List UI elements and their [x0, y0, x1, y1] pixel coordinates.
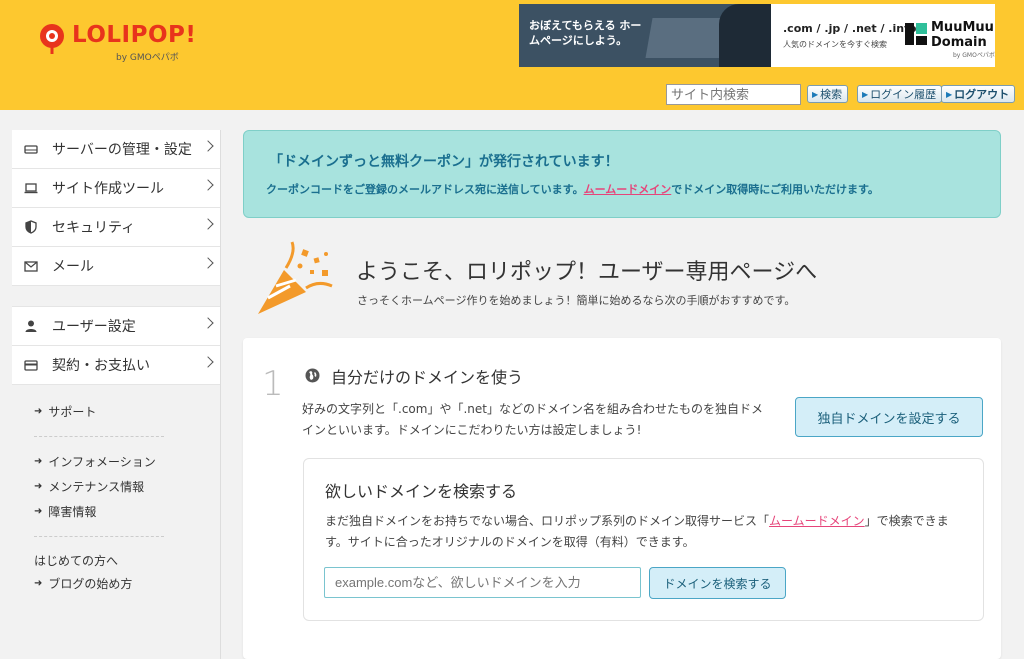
- desc-before: まだ独自ドメインをお持ちでない場合、ロリポップ系列のドメイン取得サービス「: [325, 514, 770, 528]
- chevron-right-icon: [202, 356, 214, 368]
- user-icon: [25, 320, 37, 332]
- logo-text: LOLIPOP!: [72, 22, 197, 48]
- search-button[interactable]: ▶ 検索: [807, 85, 849, 103]
- divider: [34, 436, 164, 437]
- step-number: 1: [262, 364, 284, 404]
- domain-search-description: まだ独自ドメインをお持ちでない場合、ロリポップ系列のドメイン取得サービス「ムーム…: [325, 511, 965, 553]
- site-search-input[interactable]: [666, 84, 801, 105]
- logout-label: ログアウト: [954, 88, 1010, 101]
- support-link[interactable]: ➜ サポート: [34, 399, 220, 424]
- beginners-heading: はじめての方へ: [34, 553, 119, 568]
- welcome-title: ようこそ、ロリポップ！ユーザー専用ページへ: [356, 260, 818, 285]
- notice-text-before: クーポンコードをご登録のメールアドレス宛に送信しています。: [266, 183, 584, 196]
- server-icon: [24, 145, 38, 154]
- set-custom-domain-button[interactable]: 独自ドメインを設定する: [795, 397, 983, 437]
- sidebar-item-mail[interactable]: メール: [12, 247, 220, 286]
- sidebar-item-label: メール: [52, 259, 94, 275]
- domain-search-input[interactable]: [324, 567, 641, 598]
- coupon-notice-text: クーポンコードをご登録のメールアドレス宛に送信しています。ムームードメインでドメ…: [266, 181, 879, 197]
- muumuu-brand: MuuMuu Domain: [931, 20, 994, 50]
- muumuu-domain-link[interactable]: ムームードメイン: [769, 514, 865, 528]
- coupon-notice-title: 「ドメインずっと無料クーポン」が発行されています！: [269, 154, 619, 170]
- party-popper-icon: [258, 241, 333, 314]
- logout-button[interactable]: ▶ ログアウト: [941, 85, 1016, 103]
- coupon-notice: 「ドメインずっと無料クーポン」が発行されています！ クーポンコードをご登録のメー…: [243, 130, 1001, 218]
- arrow-right-icon: ➜: [34, 506, 43, 517]
- globe-icon: [305, 368, 320, 383]
- laptop-icon: [24, 183, 38, 194]
- ad-text: おぼえてもらえる ホームページにしよう。: [529, 19, 642, 47]
- chevron-right-icon: [202, 257, 214, 269]
- blog-start-link[interactable]: ➜ ブログの始め方: [34, 571, 220, 596]
- muumuu-logo-icon: [905, 23, 927, 45]
- chevron-right-icon: [202, 317, 214, 329]
- arrow-right-icon: ➜: [34, 406, 43, 417]
- arrow-right-icon: ➜: [34, 481, 43, 492]
- welcome-subtitle: さっそくホームページ作りを始めましょう！簡単に始めるなら次の手順がおすすめです。: [357, 294, 796, 307]
- muumuu-brand-line2: Domain: [931, 35, 987, 50]
- sidebar-nav-main: サーバーの管理・設定 サイト作成ツール セキュリティ メール: [12, 130, 220, 286]
- sidebar-item-label: ユーザー設定: [52, 319, 136, 335]
- play-arrow-icon: ▶: [862, 89, 869, 99]
- sidebar-border: [220, 130, 221, 659]
- maintenance-label: メンテナンス情報: [48, 480, 145, 494]
- play-arrow-icon: ▶: [812, 89, 819, 99]
- sidebar-item-server[interactable]: サーバーの管理・設定: [12, 130, 220, 169]
- domain-search-button[interactable]: ドメインを検索する: [649, 567, 786, 599]
- sidebar-sub-links: ➜ サポート ➜ インフォメーション ➜ メンテナンス情報 ➜ 障害情報 はじめ…: [12, 385, 220, 596]
- ad-tagline: 人気のドメインを今すぐ検索: [783, 40, 887, 49]
- information-link[interactable]: ➜ インフォメーション: [34, 449, 220, 474]
- notice-text-after: でドメイン取得時にご利用いただけます。: [671, 183, 879, 196]
- failure-info-link[interactable]: ➜ 障害情報: [34, 499, 220, 524]
- site-header: LOLIPOP! by GMOペパボ おぼえてもらえる ホームページにしよう。 …: [0, 0, 1024, 110]
- credit-card-icon: [24, 360, 38, 371]
- sidebar: サーバーの管理・設定 サイト作成ツール セキュリティ メール ユーザー設定 契約…: [12, 130, 220, 659]
- ad-tlds: .com / .jp / .net / .info: [783, 22, 917, 35]
- sidebar-item-label: サイト作成ツール: [52, 181, 164, 197]
- sidebar-item-label: サーバーの管理・設定: [52, 142, 192, 158]
- muumuu-sub: by GMOペパボ: [953, 52, 995, 59]
- play-arrow-icon: ▶: [946, 89, 953, 99]
- failure-info-label: 障害情報: [48, 505, 97, 519]
- search-button-label: 検索: [820, 88, 843, 101]
- sidebar-item-contract-payment[interactable]: 契約・お支払い: [12, 346, 220, 385]
- divider: [34, 536, 164, 537]
- sidebar-item-security[interactable]: セキュリティ: [12, 208, 220, 247]
- sidebar-nav-account: ユーザー設定 契約・お支払い: [12, 306, 220, 385]
- maintenance-link[interactable]: ➜ メンテナンス情報: [34, 474, 220, 499]
- lolipop-logo-icon: [40, 24, 64, 54]
- sidebar-item-site-tools[interactable]: サイト作成ツール: [12, 169, 220, 208]
- mail-icon: [24, 261, 38, 272]
- sidebar-gap: [12, 286, 220, 306]
- step-description: 好みの文字列と「.com」や「.net」などのドメイン名を組み合わせたものを独自…: [302, 402, 763, 437]
- login-history-button[interactable]: ▶ ログイン履歴: [857, 85, 943, 103]
- blog-start-label: ブログの始め方: [48, 577, 133, 591]
- sidebar-item-label: 契約・お支払い: [52, 358, 150, 374]
- ad-banner-homepage[interactable]: おぼえてもらえる ホームページにしよう。: [519, 4, 771, 67]
- muumuu-domain-link[interactable]: ムームードメイン: [584, 183, 672, 196]
- logo-sub: by GMOペパボ: [116, 53, 179, 63]
- support-label: サポート: [48, 405, 97, 419]
- domain-search-title: 欲しいドメインを検索する: [325, 482, 518, 501]
- muumuu-brand-line1: MuuMuu: [931, 20, 994, 35]
- person-image: [719, 4, 771, 67]
- sidebar-item-user-settings[interactable]: ユーザー設定: [12, 307, 220, 346]
- arrow-right-icon: ➜: [34, 578, 43, 589]
- chevron-right-icon: [202, 140, 214, 152]
- shield-icon: [25, 220, 37, 234]
- chevron-right-icon: [202, 218, 214, 230]
- step-title: 自分だけのドメインを使う: [331, 368, 524, 387]
- ad-banner-muumuu[interactable]: .com / .jp / .net / .info 人気のドメインを今すぐ検索 …: [771, 4, 995, 67]
- arrow-right-icon: ➜: [34, 456, 43, 467]
- information-label: インフォメーション: [48, 455, 156, 469]
- chevron-right-icon: [202, 179, 214, 191]
- login-history-label: ログイン履歴: [870, 88, 937, 101]
- sidebar-item-label: セキュリティ: [52, 220, 136, 236]
